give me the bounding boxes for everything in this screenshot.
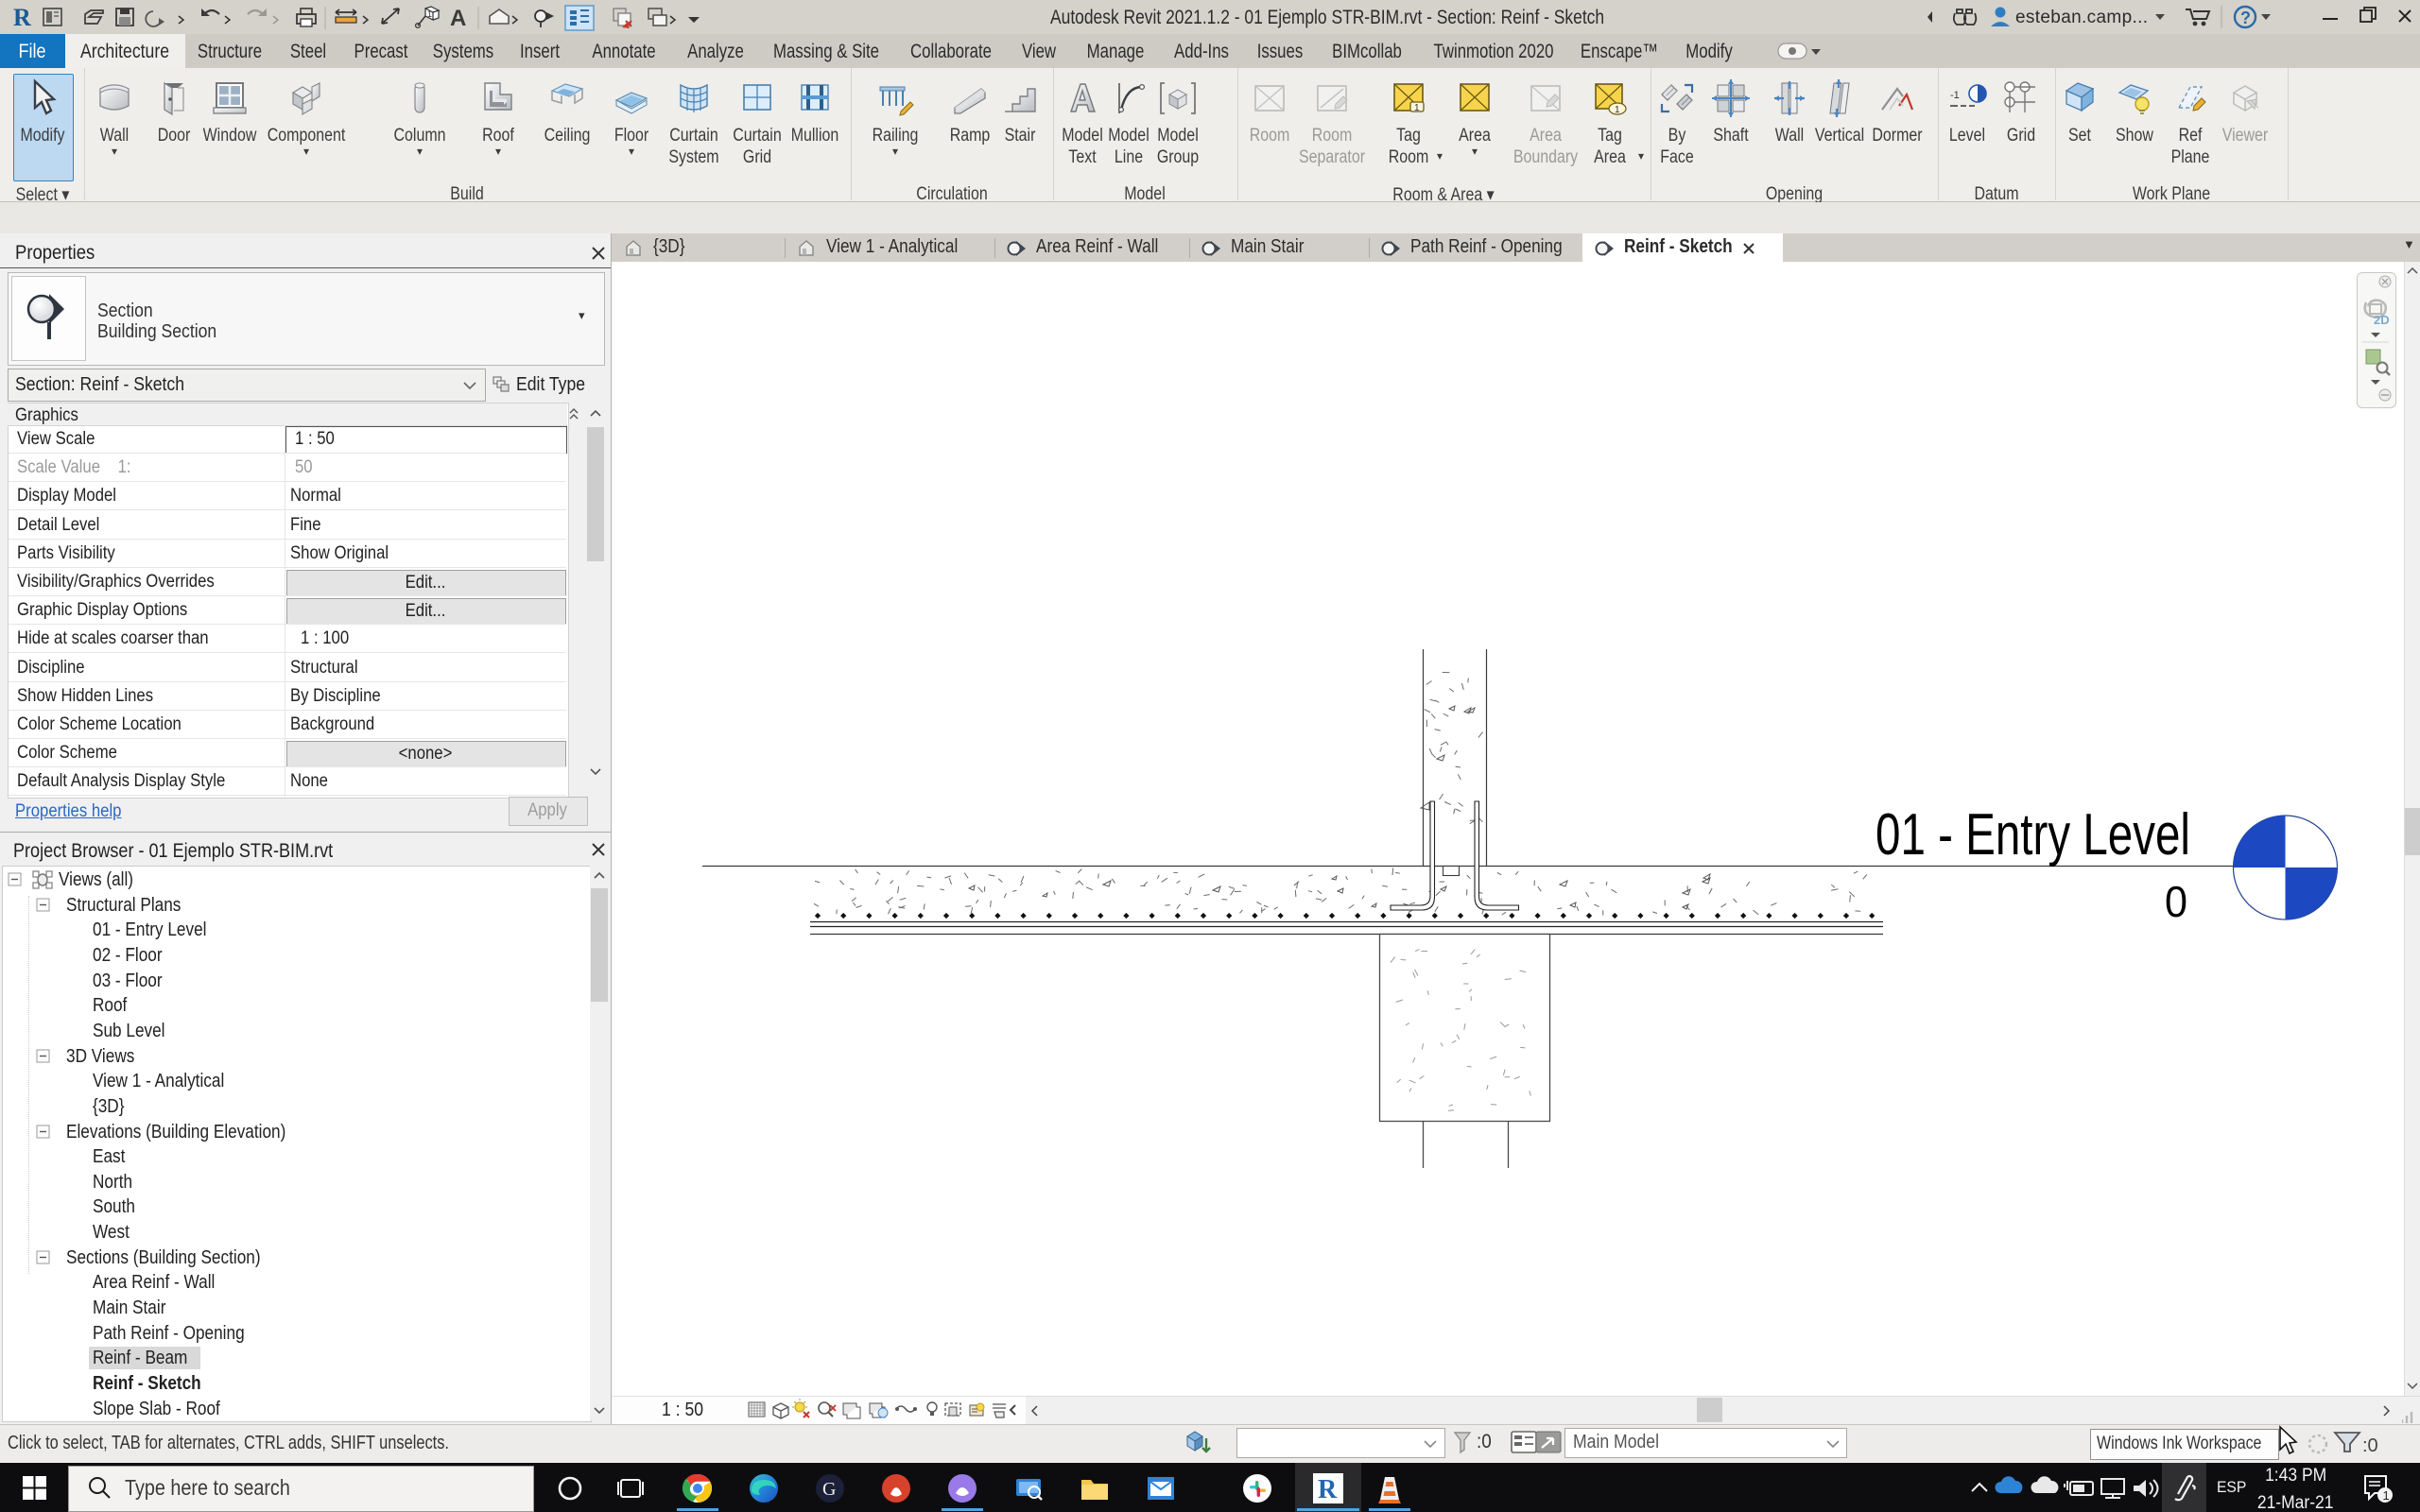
svg-text:1: 1: [2383, 1488, 2390, 1503]
svg-text:R: R: [13, 4, 31, 31]
svg-text::0: :0: [2362, 1435, 2378, 1456]
svg-text:R: R: [1318, 1475, 1338, 1504]
svg-text:2D: 2D: [2374, 313, 2390, 327]
svg-text:1: 1: [1615, 105, 1620, 115]
svg-text:01 - Entry Level: 01 - Entry Level: [1876, 802, 2190, 868]
svg-text:1: 1: [427, 9, 432, 19]
svg-text:?: ?: [2240, 9, 2251, 27]
svg-text:G: G: [822, 1479, 836, 1500]
svg-text:A: A: [450, 6, 466, 31]
svg-text:-1: -1: [1950, 90, 1960, 101]
svg-text:esteban.camp...: esteban.camp...: [2015, 8, 2148, 27]
svg-text:1: 1: [1414, 103, 1420, 113]
svg-text:0: 0: [2165, 877, 2187, 926]
